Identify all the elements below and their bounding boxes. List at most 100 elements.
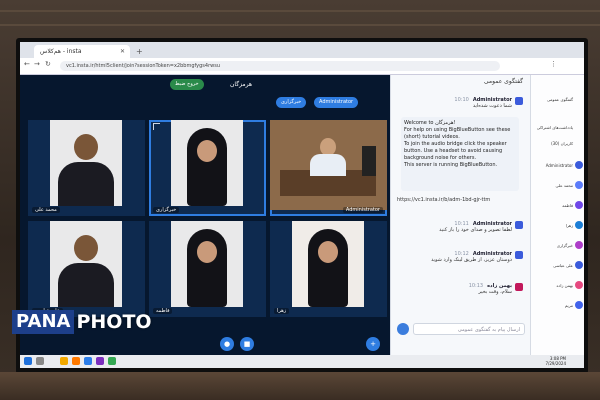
user-name: محمد علی (555, 183, 573, 188)
shared-notes-link[interactable]: یادداشت‌های اشتراکی (533, 123, 583, 133)
mail-icon[interactable] (84, 357, 92, 365)
video-tile[interactable]: فاطمه (149, 221, 266, 317)
start-icon[interactable] (24, 357, 32, 365)
user-name: مریم (564, 303, 573, 308)
chrome-icon[interactable] (108, 357, 116, 365)
folder-icon[interactable] (60, 357, 68, 365)
windows-taskbar: 3:08 PM 7/29/2024 (20, 355, 584, 368)
user-item[interactable]: بهمن زاده (533, 281, 583, 291)
avatar (575, 161, 583, 169)
message-text: دوستان عزیز، از طریق لینک وارد شوید (431, 257, 512, 263)
user-item[interactable]: علی عباسی (533, 261, 583, 271)
participant-figure (58, 263, 114, 307)
avatar (515, 221, 523, 229)
public-chat-link[interactable]: گفتگوی عمومی (533, 95, 583, 105)
chair (362, 146, 376, 176)
message-text: شما دعوت شده‌اید (472, 103, 512, 109)
browser-tab[interactable]: هم‌کلاس - insta (34, 45, 130, 58)
video-toolbar: خروج ضبط هرمزگان Administrator خبرگزاری (20, 75, 390, 108)
users-count-label: کاربران (30) (551, 141, 573, 146)
wall-stripe (0, 24, 600, 26)
control-bar: ● ■ + (20, 335, 390, 355)
clock-date: 7/29/2024 (545, 361, 566, 366)
users-panel: گفتگوی عمومی یادداشت‌های اشتراکی کاربران… (530, 75, 584, 355)
tile-label: خبرگزاری (153, 207, 180, 213)
microphone-button[interactable]: ● (220, 337, 234, 351)
user-item[interactable]: Administrator (533, 161, 583, 171)
chat-message: 10:10 Administrator شما دعوت شده‌اید (397, 97, 523, 109)
leave-button[interactable]: خروج ضبط (170, 79, 204, 90)
presenter-pill: Administrator (314, 97, 359, 108)
user-item[interactable]: مریم (533, 301, 583, 311)
users-chat-label: گفتگوی عمومی (546, 97, 573, 102)
watermark-logo: PANA PHOTO (12, 310, 152, 334)
menu-icon[interactable]: ⋮ (550, 60, 557, 68)
user-name: بهمن زاده (556, 283, 573, 288)
address-bar: ← → ↻ vc1.insta.ir/html5client/join?sess… (20, 58, 584, 75)
camera-button[interactable]: ■ (240, 337, 254, 351)
expand-icon[interactable] (153, 123, 160, 130)
close-icon[interactable]: ✕ (120, 45, 125, 58)
url-field[interactable]: vc1.insta.ir/html5client/join?sessionTok… (60, 61, 500, 71)
reload-icon[interactable]: ↻ (45, 60, 51, 68)
participant-face (318, 241, 338, 263)
avatar (515, 97, 523, 105)
video-tile[interactable]: خبرگزاری (149, 120, 266, 216)
avatar (575, 241, 583, 249)
tile-label: محمد علی (32, 207, 60, 213)
user-item[interactable]: فاطمه (533, 201, 583, 211)
avatar (575, 301, 583, 309)
chat-message: 10:11 Administrator لطفا تصویر و صدای خود… (397, 221, 523, 233)
avatar (515, 251, 523, 259)
welcome-line: For help on using BigBlueButton see thes… (404, 127, 511, 140)
user-name: فاطمه (562, 203, 573, 208)
welcome-line: This server is running BigBlueButton. (404, 162, 498, 168)
search-icon[interactable] (36, 357, 44, 365)
forward-icon[interactable]: → (34, 60, 40, 68)
monitor-stand (0, 372, 600, 400)
video-tile[interactable]: محمد علی (28, 120, 145, 216)
participant-head (74, 134, 98, 160)
video-tile[interactable]: Administrator (270, 120, 387, 216)
self-pill: خبرگزاری (276, 97, 307, 108)
new-tab-icon[interactable]: + (136, 45, 143, 58)
message-text: سلام، وقت بخیر (478, 289, 512, 295)
participant-face (197, 241, 217, 263)
watermark-text: PHOTO (76, 311, 152, 333)
tile-label: زهرا (274, 308, 290, 314)
chat-message: 10:12 Administrator دوستان عزیز، از طریق … (397, 251, 523, 263)
users-count: کاربران (30) (533, 139, 583, 149)
app-icon[interactable] (96, 357, 104, 365)
firefox-icon[interactable] (72, 357, 80, 365)
chat-panel: گفتگوی عمومی 10:10 Administrator شما دعوت… (390, 75, 531, 355)
actions-button[interactable]: + (366, 337, 380, 351)
chat-link[interactable]: https://vc1.insta.ir/b/adm-1bd-gjr-ttm (397, 197, 523, 203)
message-time: 10:10 (454, 97, 469, 103)
video-tile[interactable]: علی عباسی (28, 221, 145, 317)
user-item[interactable]: زهرا (533, 221, 583, 231)
wall-stripe (0, 10, 600, 12)
send-button[interactable] (397, 323, 409, 335)
tile-label: فاطمه (153, 308, 173, 314)
chat-input[interactable]: ارسال پیام به گفتگوی عمومی (413, 323, 525, 335)
chat-title: گفتگوی عمومی (483, 78, 523, 85)
participant-head (74, 235, 98, 261)
welcome-title: Welcome to هرمزگان! (404, 120, 456, 126)
video-tile[interactable]: زهرا (270, 221, 387, 317)
user-name: زهرا (565, 223, 573, 228)
user-item[interactable]: محمد علی (533, 181, 583, 191)
participant-face (197, 140, 217, 162)
clock: 3:08 PM 7/29/2024 (545, 356, 566, 366)
avatar (575, 281, 583, 289)
welcome-box: Welcome to هرمزگان! For help on using Bi… (401, 117, 519, 191)
avatar (575, 181, 583, 189)
room-name: هرمزگان (230, 81, 253, 88)
tile-label: Administrator (342, 207, 383, 213)
participant-figure (58, 162, 114, 206)
back-icon[interactable]: ← (24, 60, 30, 68)
user-item[interactable]: خبرگزاری (533, 241, 583, 251)
browser-tabbar: هم‌کلاس - insta ✕ + (20, 42, 584, 58)
avatar (575, 221, 583, 229)
welcome-line: To join the audio bridge click the speak… (404, 141, 507, 161)
chat-message: 10:13 بهمن زاده سلام، وقت بخیر (397, 283, 523, 295)
